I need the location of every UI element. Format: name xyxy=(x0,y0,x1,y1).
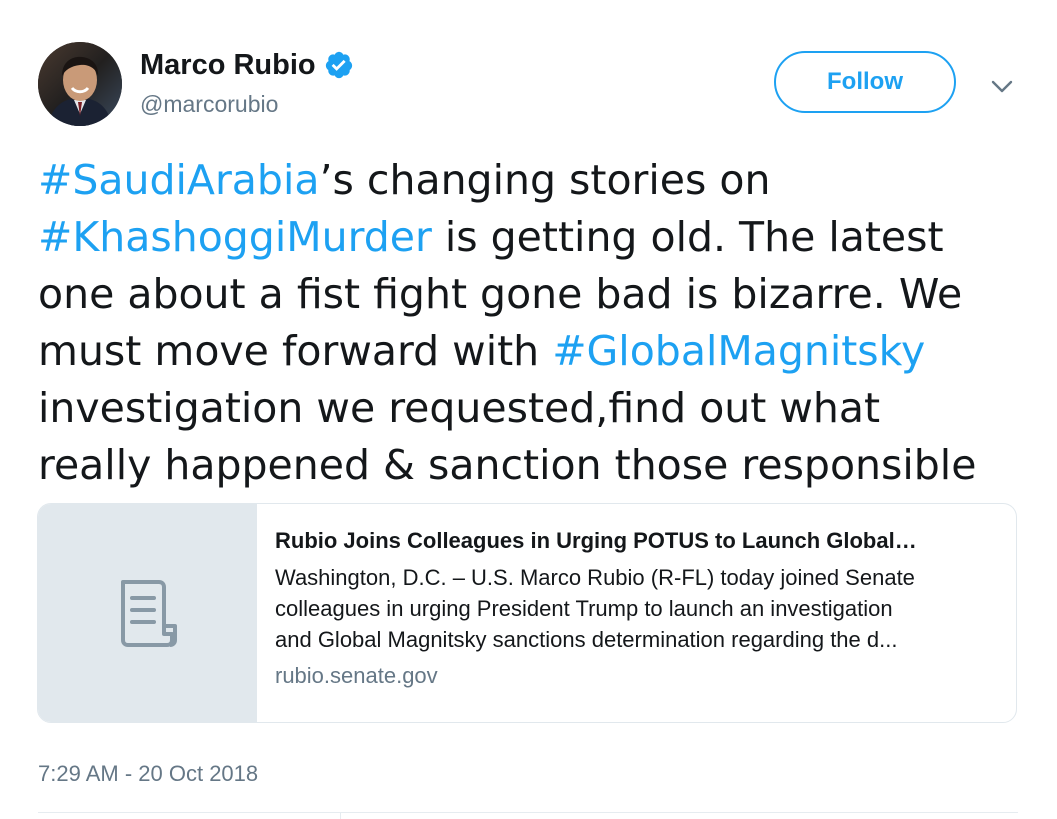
tweet-text-line: must move forward with #GlobalMagnitsky xyxy=(38,323,1028,380)
card-description-line: colleagues in urging President Trump to … xyxy=(275,596,893,621)
tweet-text-line: really happened & sanction those respons… xyxy=(38,437,1028,494)
tweet-text-segment: really happened & sanction those respons… xyxy=(38,441,977,489)
divider xyxy=(38,812,1018,813)
tweet-text-segment: is getting old. The latest xyxy=(431,213,944,261)
tweet-text-line: #SaudiArabia’s changing stories on xyxy=(38,152,1028,209)
tweet-text-line: investigation we requested,find out what xyxy=(38,380,1028,437)
chevron-down-icon[interactable] xyxy=(990,74,1014,98)
card-body: Rubio Joins Colleagues in Urging POTUS t… xyxy=(257,504,1015,722)
display-name[interactable]: Marco Rubio xyxy=(140,48,316,82)
card-description: Washington, D.C. – U.S. Marco Rubio (R-F… xyxy=(275,562,1015,655)
tweet-text-segment: investigation we requested,find out what xyxy=(38,384,881,432)
card-thumbnail xyxy=(38,504,257,722)
hashtag-link[interactable]: #KhashoggiMurder xyxy=(38,213,432,261)
tweet-text-line: #KhashoggiMurder is getting old. The lat… xyxy=(38,209,1028,266)
tweet-text-segment: one about a fist fight gone bad is bizar… xyxy=(38,270,963,318)
card-description-line: and Global Magnitsky sanctions determina… xyxy=(275,627,898,652)
tweet-text-segment: must move forward with xyxy=(38,327,553,375)
user-avatar-photo-icon xyxy=(38,42,122,126)
hashtag-link[interactable]: #GlobalMagnitsky xyxy=(552,327,925,375)
divider xyxy=(340,812,341,819)
card-title[interactable]: Rubio Joins Colleagues in Urging POTUS t… xyxy=(275,526,1015,556)
author-handle[interactable]: @marcorubio xyxy=(140,90,278,118)
tweet: Marco Rubio @marcorubio Follow #SaudiAra… xyxy=(0,0,1057,819)
link-card[interactable]: Rubio Joins Colleagues in Urging POTUS t… xyxy=(37,503,1017,723)
author-name-row[interactable]: Marco Rubio xyxy=(140,48,354,82)
tweet-timestamp[interactable]: 7:29 AM - 20 Oct 2018 xyxy=(38,760,258,788)
card-description-line: Washington, D.C. – U.S. Marco Rubio (R-F… xyxy=(275,565,915,590)
card-domain: rubio.senate.gov xyxy=(275,663,438,688)
hashtag-link[interactable]: #SaudiArabia xyxy=(38,156,319,204)
document-icon xyxy=(120,580,177,647)
tweet-text-line: one about a fist fight gone bad is bizar… xyxy=(38,266,1028,323)
tweet-text-segment: ’s changing stories on xyxy=(319,156,771,204)
avatar[interactable] xyxy=(38,42,122,126)
tweet-text: #SaudiArabia’s changing stories on #Khash… xyxy=(38,152,1028,494)
follow-button[interactable]: Follow xyxy=(774,51,956,113)
verified-badge-icon xyxy=(325,51,352,79)
